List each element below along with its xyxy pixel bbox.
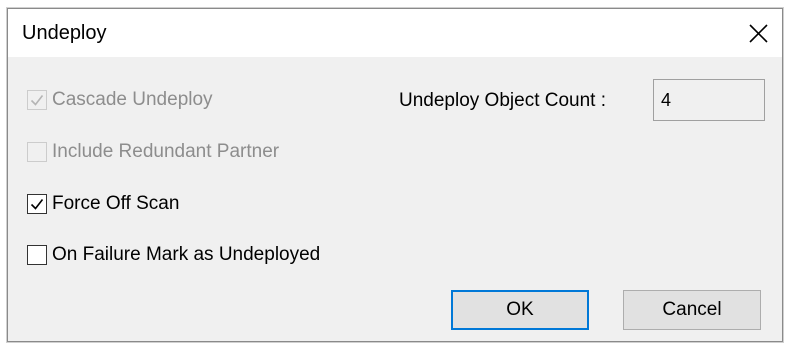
close-button[interactable] (736, 9, 782, 57)
checkmark-icon (30, 95, 44, 106)
on-failure-mark-undeployed-checkbox[interactable]: On Failure Mark as Undeployed (27, 242, 320, 268)
close-icon (749, 24, 768, 43)
checkbox-label: On Failure Mark as Undeployed (52, 244, 321, 265)
object-count-label: Undeploy Object Count : (399, 90, 607, 111)
ok-button[interactable]: OK (451, 290, 589, 330)
checkbox-box (27, 142, 47, 162)
dialog-title: Undeploy (22, 22, 107, 44)
checkbox-box[interactable] (27, 245, 47, 265)
cascade-undeploy-checkbox: Cascade Undeploy (27, 87, 213, 113)
checkmark-icon (30, 199, 44, 210)
undeploy-dialog: Undeploy Cascade Undeploy Include Redund… (7, 8, 783, 342)
title-bar: Undeploy (8, 9, 782, 57)
object-count-field: 4 (653, 79, 765, 121)
force-off-scan-checkbox[interactable]: Force Off Scan (27, 191, 179, 217)
cancel-button[interactable]: Cancel (623, 290, 761, 330)
checkbox-label: Cascade Undeploy (52, 89, 213, 110)
include-redundant-partner-checkbox: Include Redundant Partner (27, 139, 279, 165)
checkbox-box (27, 90, 47, 110)
checkbox-box[interactable] (27, 194, 47, 214)
checkbox-label: Include Redundant Partner (52, 141, 280, 162)
checkbox-label: Force Off Scan (52, 193, 180, 214)
